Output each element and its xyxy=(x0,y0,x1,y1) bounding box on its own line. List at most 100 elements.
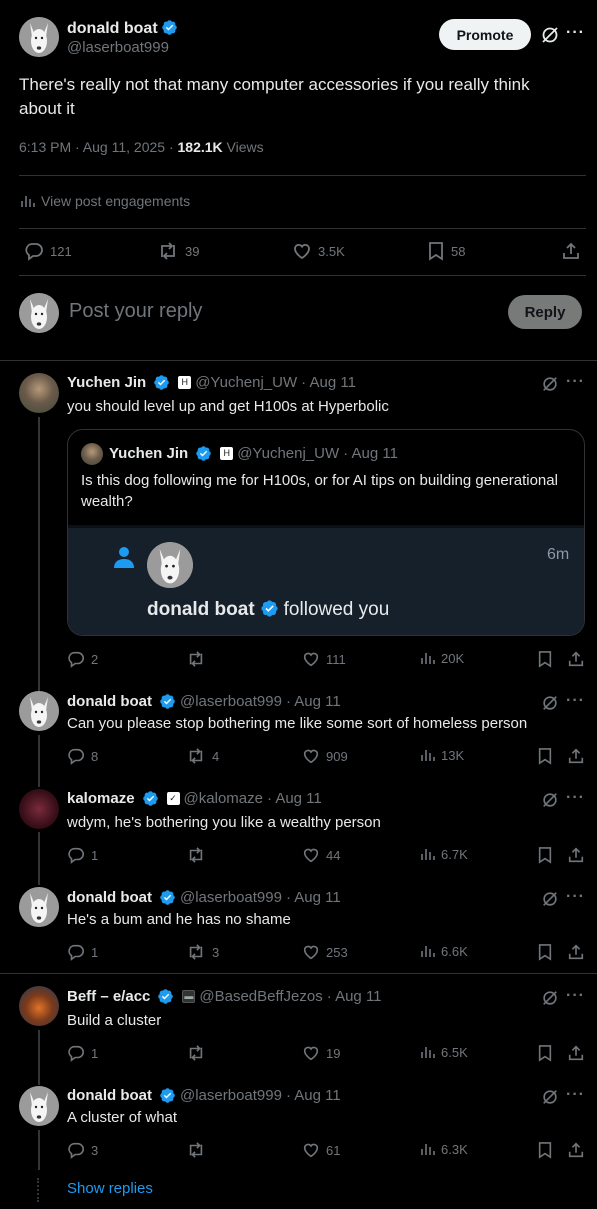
like-action[interactable]: 44 xyxy=(302,846,340,864)
share-icon[interactable] xyxy=(567,846,585,864)
grok-icon[interactable] xyxy=(541,694,559,712)
quoted-image[interactable]: 6m donald boat followed you xyxy=(68,525,584,635)
reply-handle[interactable]: @Yuchenj_UW xyxy=(195,374,297,391)
promote-button[interactable]: Promote xyxy=(439,19,531,50)
more-options-icon[interactable]: ··· xyxy=(566,692,585,710)
repost-action[interactable]: 4 xyxy=(186,747,219,765)
affiliate-badge-icon: H xyxy=(178,376,192,389)
reply-avatar[interactable] xyxy=(19,1086,59,1126)
reply-icon xyxy=(25,243,43,261)
reply-handle[interactable]: @laserboat999 xyxy=(180,889,282,906)
reply-author-name[interactable]: donald boat xyxy=(67,693,152,710)
repost-action[interactable] xyxy=(186,650,212,668)
bookmark-icon[interactable] xyxy=(537,1141,553,1159)
view-engagements-link[interactable]: View post engagements xyxy=(19,193,190,209)
reply-handle[interactable]: @laserboat999 xyxy=(180,693,282,710)
views-action[interactable]: 13K xyxy=(419,747,464,763)
post-timestamp[interactable]: 6:13 PM · Aug 11, 2025 · 182.1K Views xyxy=(19,139,264,155)
grok-icon[interactable] xyxy=(540,25,560,45)
like-action[interactable]: 19 xyxy=(302,1044,340,1062)
more-options-icon[interactable]: ··· xyxy=(566,24,585,42)
verified-badge-icon xyxy=(159,889,176,906)
grok-icon[interactable] xyxy=(541,890,559,908)
reply-header: donald boat @laserboat999 · Aug 11 xyxy=(67,693,341,710)
grok-icon[interactable] xyxy=(541,1088,559,1106)
reply-author-name[interactable]: donald boat xyxy=(67,889,152,906)
reply-action[interactable]: 1 xyxy=(67,1044,98,1062)
reply-action[interactable]: 2 xyxy=(67,650,98,668)
like-action[interactable]: 909 xyxy=(302,747,348,765)
reply-avatar[interactable] xyxy=(19,887,59,927)
share-icon[interactable] xyxy=(561,241,581,261)
repost-action[interactable] xyxy=(186,1044,212,1062)
reply-action[interactable]: 3 xyxy=(67,1141,98,1159)
repost-action[interactable]: 3 xyxy=(186,943,219,961)
grok-icon[interactable] xyxy=(541,375,559,393)
show-replies-link[interactable]: Show replies xyxy=(67,1180,153,1197)
bookmark-icon[interactable] xyxy=(537,1044,553,1062)
views-action[interactable]: 6.3K xyxy=(419,1141,468,1157)
reply-date[interactable]: · Aug 11 xyxy=(267,790,322,807)
repost-icon xyxy=(189,1045,203,1061)
like-action[interactable]: 253 xyxy=(302,943,348,961)
reply-icon xyxy=(68,748,84,765)
reply-date[interactable]: · Aug 11 xyxy=(286,693,341,710)
more-options-icon[interactable]: ··· xyxy=(566,888,585,906)
reply-button[interactable]: Reply xyxy=(508,295,582,329)
quoted-post[interactable]: Yuchen Jin H @Yuchenj_UW · Aug 11 Is thi… xyxy=(67,429,585,636)
repost-action[interactable] xyxy=(186,1141,212,1159)
reply-avatar[interactable] xyxy=(19,373,59,413)
more-options-icon[interactable]: ··· xyxy=(566,987,585,1005)
views-action[interactable]: 20K xyxy=(419,650,464,666)
bookmark-icon[interactable] xyxy=(537,846,553,864)
reply-avatar[interactable] xyxy=(19,986,59,1026)
reply-input[interactable]: Post your reply xyxy=(69,300,202,323)
reply-date[interactable]: · Aug 11 xyxy=(327,988,382,1005)
more-options-icon[interactable]: ··· xyxy=(566,789,585,807)
reply-handle[interactable]: @BasedBeffJezos xyxy=(199,988,322,1005)
share-icon[interactable] xyxy=(567,1044,585,1062)
reply-avatar[interactable] xyxy=(19,691,59,731)
share-icon[interactable] xyxy=(567,747,585,765)
reply-action[interactable]: 1 xyxy=(67,943,98,961)
author-handle[interactable]: @laserboat999 xyxy=(67,39,169,56)
reply-date[interactable]: · Aug 11 xyxy=(286,1087,341,1104)
reply-date[interactable]: · Aug 11 xyxy=(301,374,356,391)
more-options-icon[interactable]: ··· xyxy=(566,373,585,391)
author-name[interactable]: donald boat xyxy=(67,20,158,37)
grok-icon[interactable] xyxy=(541,989,559,1007)
reply-handle[interactable]: @kalomaze xyxy=(184,790,263,807)
reply-action[interactable]: 1 xyxy=(67,846,98,864)
reply-action[interactable]: 121 xyxy=(24,241,72,261)
author-avatar[interactable] xyxy=(19,17,59,57)
reply-avatar[interactable] xyxy=(19,789,59,829)
person-icon xyxy=(114,547,134,568)
views-action[interactable]: 6.7K xyxy=(419,846,468,862)
author-name-row[interactable]: donald boat xyxy=(67,19,178,38)
reply-text: A cluster of what xyxy=(67,1109,178,1126)
reply-author-name[interactable]: donald boat xyxy=(67,1087,152,1104)
verified-badge-icon xyxy=(161,19,178,36)
share-icon[interactable] xyxy=(567,1141,585,1159)
reply-author-name[interactable]: Yuchen Jin xyxy=(67,374,146,391)
repost-action[interactable]: 39 xyxy=(157,241,199,261)
reply-handle[interactable]: @laserboat999 xyxy=(180,1087,282,1104)
share-icon[interactable] xyxy=(567,943,585,961)
repost-action[interactable] xyxy=(186,846,212,864)
share-icon[interactable] xyxy=(567,650,585,668)
like-action[interactable]: 61 xyxy=(302,1141,340,1159)
reply-author-name[interactable]: kalomaze xyxy=(67,790,135,807)
like-action[interactable]: 3.5K xyxy=(292,241,345,261)
grok-icon[interactable] xyxy=(541,791,559,809)
bookmark-icon[interactable] xyxy=(537,943,553,961)
more-options-icon[interactable]: ··· xyxy=(566,1086,585,1104)
reply-author-name[interactable]: Beff – e/acc xyxy=(67,988,150,1005)
views-action[interactable]: 6.5K xyxy=(419,1044,468,1060)
like-action[interactable]: 111 xyxy=(302,650,346,668)
reply-date[interactable]: · Aug 11 xyxy=(286,889,341,906)
bookmark-action[interactable]: 58 xyxy=(427,241,465,261)
views-action[interactable]: 6.6K xyxy=(419,943,468,959)
bookmark-icon[interactable] xyxy=(537,650,553,668)
bookmark-icon[interactable] xyxy=(537,747,553,765)
reply-action[interactable]: 8 xyxy=(67,747,98,765)
